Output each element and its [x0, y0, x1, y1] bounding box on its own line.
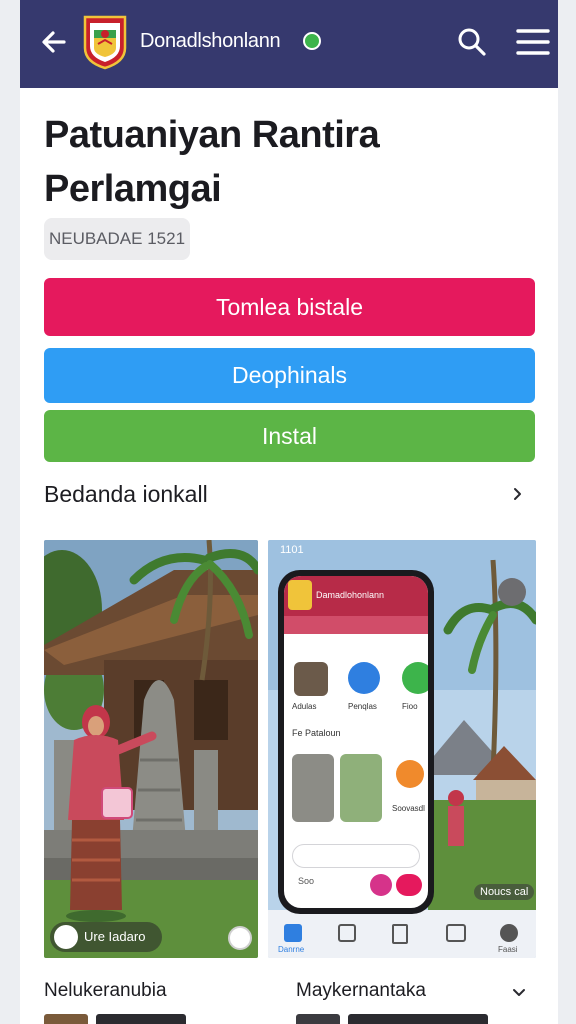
phone-screen: Damadlohonlann Adulas Penqlas Fioo Fe Pa… — [284, 576, 428, 908]
list-item-title-right[interactable]: Maykernantaka — [296, 980, 426, 1002]
app-page: Donadlshonlann Patuaniyan Rantira Perlam… — [20, 0, 558, 1024]
phone-header-title: Damadlohonlann — [316, 590, 385, 600]
screenshot-card-1[interactable]: Ure Iadaro — [44, 540, 258, 958]
list-item-title-left[interactable]: Nelukeranubia — [44, 980, 167, 1002]
secondary-action-button[interactable]: Deophinals — [44, 348, 535, 403]
temple-tile[interactable] — [292, 754, 334, 822]
primary-action-button[interactable]: Tomlea bistale — [44, 278, 535, 336]
message-icon[interactable] — [446, 924, 466, 942]
grid-icon[interactable] — [338, 924, 356, 942]
run-icon[interactable] — [396, 760, 424, 788]
shortcut-label-2: Penqlas — [348, 702, 377, 711]
shortcut-label-1: Adulas — [292, 702, 317, 711]
list-text-line — [96, 1014, 186, 1024]
woman-tile[interactable] — [340, 754, 382, 822]
arrow-left-icon[interactable] — [38, 26, 70, 58]
shortcut-label-3: Fioo — [402, 702, 418, 711]
home-icon[interactable] — [284, 924, 302, 942]
emblem-logo — [83, 15, 127, 70]
verified-icon — [303, 32, 321, 50]
avatar[interactable] — [294, 662, 328, 696]
clipboard-icon[interactable] — [392, 924, 408, 944]
feature-title: Fe Pataloun — [292, 728, 341, 738]
settings-icon[interactable] — [500, 924, 518, 942]
temple-photo — [44, 540, 258, 958]
phone-search-input[interactable] — [292, 844, 420, 868]
tab-label-5: Faasi — [498, 945, 518, 954]
edit-icon[interactable] — [370, 874, 392, 896]
search-icon[interactable] — [456, 26, 488, 58]
chevron-down-icon[interactable] — [508, 982, 530, 1004]
status-time: 1101 — [280, 544, 304, 556]
tab-label-1: Danrne — [278, 945, 305, 954]
list-thumbnail[interactable] — [296, 1014, 340, 1024]
version-badge: NEUBADAE 1521 — [44, 218, 190, 260]
caption-text: Ure Iadaro — [84, 929, 146, 944]
phone-icon[interactable] — [348, 662, 380, 694]
tile-label: Soovasdl — [392, 804, 425, 813]
section-title[interactable]: Bedanda ionkall — [44, 481, 208, 508]
caption-pill[interactable]: Ure Iadaro — [50, 922, 162, 952]
app-bar: Donadlshonlann — [20, 0, 558, 88]
page-title: Patuaniyan Rantira Perlamgai — [44, 114, 380, 210]
chevron-right-icon[interactable] — [506, 482, 530, 506]
phone-search-bar — [284, 616, 428, 634]
app-name: Donadlshonlann — [140, 30, 281, 52]
chat-icon[interactable] — [402, 662, 428, 694]
phone-search-text: Soo — [298, 876, 315, 886]
hamburger-menu-icon[interactable] — [516, 28, 550, 56]
install-button[interactable]: Instal — [44, 410, 535, 462]
emblem-icon — [288, 580, 312, 610]
screenshot-card-2[interactable]: 1101 Damadlohonlann Adulas Penqlas Fioo … — [268, 540, 536, 958]
record-icon[interactable] — [396, 874, 422, 896]
list-thumbnail[interactable] — [44, 1014, 88, 1024]
phone-header: Damadlohonlann — [284, 576, 428, 616]
overlay-label: Noucs cal — [474, 884, 535, 900]
share-icon[interactable] — [228, 926, 252, 950]
heart-icon — [54, 925, 78, 949]
list-text-line — [348, 1014, 488, 1024]
phone-frame: Damadlohonlann Adulas Penqlas Fioo Fe Pa… — [278, 570, 434, 914]
